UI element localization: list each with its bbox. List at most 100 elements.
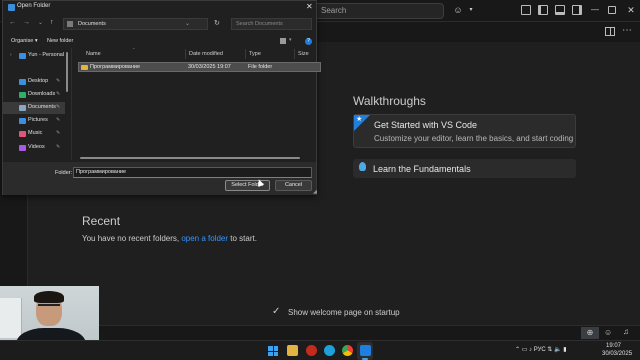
nav-item-downloads[interactable]: Downloads ✎ — [3, 89, 65, 101]
nav-item-yun-personal[interactable]: › Yun - Personal — [3, 50, 65, 62]
edge-browser-icon[interactable] — [324, 345, 335, 356]
view-options-icon[interactable] — [280, 38, 286, 44]
chrome-browser-icon[interactable] — [342, 345, 353, 356]
opera-browser-icon[interactable] — [306, 345, 317, 356]
pin-icon: ✎ — [56, 91, 61, 97]
open-folder-link[interactable]: open a folder — [181, 234, 228, 243]
zoom-icon[interactable]: ⊕ — [581, 327, 599, 339]
pin-icon: ✎ — [56, 144, 61, 150]
folder-field-label: Folder: — [55, 170, 73, 176]
pin-icon: ✎ — [56, 117, 61, 123]
vscode-search-box[interactable]: Search — [312, 3, 444, 19]
folder-icon — [81, 65, 88, 70]
cancel-button[interactable]: Cancel — [275, 180, 312, 191]
toggle-panel-icon[interactable] — [555, 5, 565, 15]
toggle-secondary-sidebar-icon[interactable] — [572, 5, 582, 15]
refresh-icon[interactable]: ↻ — [214, 19, 220, 27]
nav-item-pictures[interactable]: Pictures ✎ — [3, 115, 65, 127]
dialog-command-bar: Organise ▾ New folder ▾ ? — [3, 35, 316, 47]
windows-taskbar: ⌃ ▭ ♪ РУС ⇅ 🔈 ▮ 19:07 30/03/2025 — [0, 340, 640, 360]
copilot-menu-chevron-icon[interactable]: ▾ — [466, 5, 476, 15]
show-on-startup-label: Show welcome page on startup — [288, 308, 400, 317]
walkthrough-card-fundamentals[interactable]: Learn the Fundamentals — [353, 159, 576, 178]
back-arrow-icon[interactable]: ← — [9, 19, 16, 26]
vscode-app-icon — [8, 4, 15, 11]
nav-item-label: Documents — [28, 104, 56, 110]
file-explorer-icon[interactable] — [287, 345, 298, 356]
more-actions-icon[interactable]: ⋯ — [622, 25, 632, 36]
taskbar-clock-date[interactable]: 30/03/2025 — [602, 351, 632, 357]
dialog-footer: Folder: Программирование Select Folder C… — [3, 162, 316, 195]
close-window-icon[interactable]: ✕ — [626, 5, 636, 15]
address-bar[interactable]: Documents ⌄ — [63, 18, 208, 30]
vscode-icon — [360, 345, 371, 356]
copilot-status-icon[interactable]: ☺ — [604, 328, 612, 337]
show-on-startup-checkbox[interactable]: ✓ — [272, 307, 282, 317]
nav-item-label: Downloads — [28, 91, 56, 97]
nav-item-documents[interactable]: Documents ✎ — [3, 102, 65, 114]
folder-name-input[interactable]: Программирование — [73, 167, 312, 178]
walkthrough-card-get-started[interactable]: ★ Get Started with VS Code Customize you… — [353, 114, 576, 148]
pictures-icon — [19, 118, 26, 124]
nav-item-label: Desktop — [28, 78, 49, 84]
desktop-icon — [19, 79, 26, 85]
column-header-type[interactable]: Type — [249, 51, 261, 57]
pin-icon: ✎ — [56, 78, 61, 84]
webcam-person-hair — [34, 291, 64, 303]
recent-heading: Recent — [82, 214, 121, 228]
forward-arrow-icon[interactable]: → — [23, 19, 30, 26]
nav-item-videos[interactable]: Videos ✎ — [3, 142, 65, 154]
nav-item-music[interactable]: Music ✎ — [3, 128, 65, 140]
up-arrow-icon[interactable]: ↑ — [50, 19, 54, 26]
music-icon — [19, 131, 26, 137]
column-header-name[interactable]: Name — [86, 51, 101, 57]
file-list-scrollbar[interactable] — [80, 157, 300, 159]
column-header-date[interactable]: Date modified — [189, 51, 223, 57]
onedrive-icon — [19, 53, 26, 59]
walkthrough-description: Customize your editor, learn the basics,… — [374, 134, 574, 143]
customize-layout-icon[interactable] — [521, 5, 531, 15]
column-header-size[interactable]: Size — [298, 51, 309, 57]
navigation-pane-scrollbar[interactable] — [66, 52, 68, 92]
column-divider[interactable] — [185, 49, 186, 59]
nav-item-label: Videos — [28, 144, 45, 150]
nav-item-desktop[interactable]: Desktop ✎ — [3, 76, 65, 88]
documents-icon — [19, 105, 26, 111]
organise-button[interactable]: Organise ▾ — [11, 38, 38, 44]
view-options-chevron-icon[interactable]: ▾ — [289, 37, 292, 43]
help-icon[interactable]: ? — [305, 38, 312, 45]
file-type: File folder — [248, 64, 273, 70]
notifications-bell-icon[interactable]: ♫ — [623, 327, 629, 336]
new-folder-button[interactable]: New folder — [47, 38, 73, 44]
lightbulb-icon — [359, 162, 366, 171]
screen: Search ☺ ▾ — ✕ ⚙ ⋯ Walkthroughs ★ Get St… — [0, 0, 640, 360]
select-folder-button[interactable]: Select Folder — [225, 180, 270, 191]
open-folder-dialog: Open Folder ✕ ← → ⌄ ↑ Documents ⌄ ↻ Sear… — [2, 0, 321, 195]
recent-locations-chevron-icon[interactable]: ⌄ — [38, 19, 43, 26]
dialog-search-input[interactable]: Search Documents — [231, 18, 312, 30]
address-path: Documents — [78, 21, 106, 27]
expand-chevron-icon[interactable]: › — [10, 52, 12, 58]
resize-grip-icon[interactable]: ◢ — [313, 189, 317, 195]
copilot-icon[interactable]: ☺ — [453, 5, 463, 15]
address-dropdown-chevron-icon[interactable]: ⌄ — [185, 20, 190, 27]
windows-start-icon[interactable] — [268, 346, 278, 356]
toggle-primary-sidebar-icon[interactable] — [538, 5, 548, 15]
split-editor-icon[interactable] — [605, 27, 615, 36]
file-row[interactable]: Программирование 30/03/2025 19:07 File f… — [78, 62, 321, 72]
nav-item-label: Pictures — [28, 117, 48, 123]
minimize-icon[interactable]: — — [590, 5, 600, 15]
column-divider[interactable] — [294, 49, 295, 59]
walkthrough-title: Get Started with VS Code — [374, 120, 478, 130]
dialog-close-button[interactable]: ✕ — [306, 2, 313, 11]
webcam-person-glasses — [38, 304, 60, 309]
maximize-icon[interactable] — [608, 6, 616, 14]
dialog-title-bar: Open Folder ✕ — [3, 1, 316, 14]
star-icon: ★ — [356, 116, 363, 123]
system-tray[interactable]: ⌃ ▭ ♪ РУС ⇅ 🔈 ▮ — [515, 346, 567, 353]
pin-icon: ✎ — [56, 130, 61, 136]
recent-message: You have no recent folders, open a folde… — [82, 234, 257, 243]
taskbar-clock-time[interactable]: 19:07 — [606, 343, 621, 349]
file-list: ⌃ Name Date modified Type Size Программи… — [71, 47, 321, 160]
column-divider[interactable] — [245, 49, 246, 59]
